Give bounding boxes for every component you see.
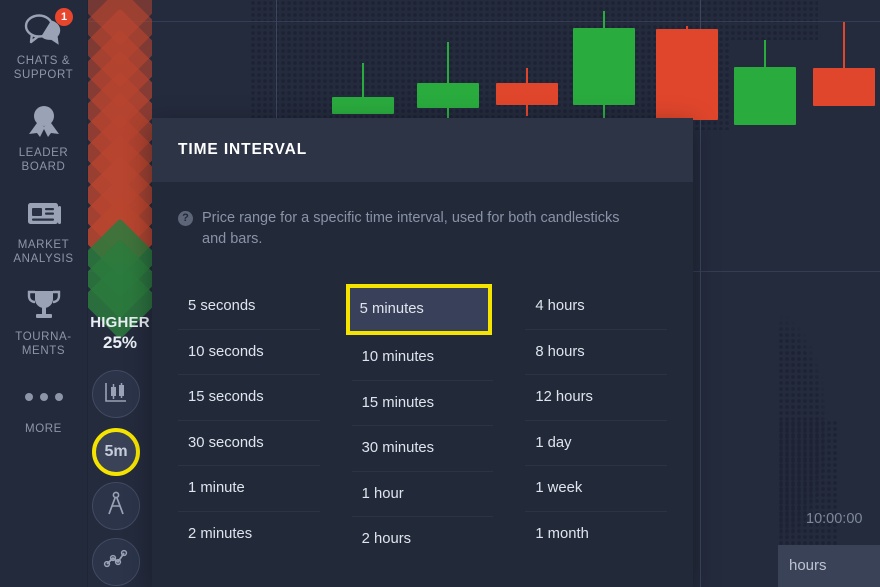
sidebar-item-label: LEADER BOARD — [0, 146, 87, 174]
candlestick-body — [496, 83, 558, 105]
direction-label: HIGHER — [90, 314, 150, 331]
sidebar-item-chats-support[interactable]: 1 CHATS & SUPPORT — [0, 0, 87, 82]
interval-option-1-week[interactable]: 1 week — [525, 466, 668, 512]
interval-button-label: 5m — [104, 443, 128, 460]
candlestick-body — [734, 67, 796, 125]
candlestick-body — [573, 28, 635, 105]
sidebar-item-tournaments[interactable]: TOURNA- MENTS — [0, 276, 87, 358]
market-analysis-icon — [0, 190, 87, 236]
tournaments-icon — [0, 282, 87, 328]
interval-option-4-hours[interactable]: 4 hours — [525, 284, 668, 330]
sidebar-item-label: MORE — [25, 423, 62, 435]
interval-option-5-seconds[interactable]: 5 seconds — [178, 284, 320, 330]
label-line-2: BOARD — [21, 161, 66, 173]
sidebar-item-leader-board[interactable]: LEADER BOARD — [0, 92, 87, 174]
interval-option-1-day[interactable]: 1 day — [525, 421, 668, 466]
sidebar-item-more[interactable]: MORE — [0, 368, 87, 436]
time-interval-panel: TIME INTERVAL ? Price range for a specif… — [152, 118, 693, 587]
label-line-1: LEADER — [18, 147, 69, 159]
interval-option-10-minutes[interactable]: 10 minutes — [351, 335, 494, 381]
interval-option-2-hours[interactable]: 2 hours — [352, 517, 494, 563]
panel-hint: ? Price range for a specific time interv… — [178, 200, 667, 250]
line-graph-icon — [103, 548, 129, 577]
indicators-button[interactable] — [92, 538, 140, 586]
candlestick-body — [813, 68, 875, 106]
label-line-1: MARKET — [17, 239, 70, 251]
sidebar-item-label: CHATS & SUPPORT — [0, 54, 87, 82]
candlestick-icon — [104, 380, 128, 409]
leader-board-icon — [0, 98, 87, 144]
interval-options-grid: 5 seconds 10 seconds 15 seconds 30 seconds 1… — [178, 284, 668, 563]
sidebar-item-market-analysis[interactable]: MARKET ANALYSIS — [0, 184, 87, 266]
payout-percent-label: 25% — [102, 333, 138, 352]
label-line-2: ANALYSIS — [13, 253, 74, 265]
interval-column: 5 minutes 10 minutes 15 minutes 30 minutes 1… — [345, 284, 494, 563]
panel-hint-text: Price range for a specific time interval… — [202, 210, 620, 247]
interval-option-30-minutes[interactable]: 30 minutes — [351, 426, 494, 472]
time-interval-button[interactable]: 5m — [92, 428, 140, 476]
candlestick-body — [332, 97, 394, 114]
candlestick — [734, 0, 796, 200]
bottom-dropdown-list[interactable]: hours — [778, 545, 880, 587]
chats-unread-badge: 1 — [55, 8, 73, 26]
interval-option-1-hour[interactable]: 1 hour — [351, 472, 494, 517]
interval-option-10-seconds[interactable]: 10 seconds — [178, 330, 320, 375]
sidebar-item-label: TOURNA- MENTS — [0, 330, 87, 358]
label-line-2: SUPPORT — [13, 69, 74, 81]
panel-header: TIME INTERVAL — [152, 118, 693, 182]
interval-column: 4 hours 8 hours 12 hours 1 day 1 week 1 month — [525, 284, 668, 563]
trade-direction-indicator: HIGHER 25% — [84, 314, 156, 353]
candlestick — [813, 0, 875, 200]
panel-title: TIME INTERVAL — [178, 141, 308, 158]
compass-icon — [104, 491, 128, 522]
candlestick-body — [417, 83, 479, 108]
candlestick-body — [656, 29, 718, 120]
interval-option-1-month[interactable]: 1 month — [525, 512, 667, 558]
sidebar-item-label: MARKET ANALYSIS — [0, 238, 87, 266]
label-line-2: MENTS — [21, 345, 66, 357]
question-mark-icon: ? — [178, 211, 193, 226]
interval-option-2-minutes[interactable]: 2 minutes — [178, 512, 320, 558]
interval-column: 5 seconds 10 seconds 15 seconds 30 seconds 1… — [178, 284, 320, 563]
interval-option-1-minute[interactable]: 1 minute — [178, 466, 320, 512]
chats-support-icon: 1 — [0, 6, 87, 52]
interval-option-15-minutes[interactable]: 15 minutes — [351, 381, 494, 426]
more-dots-icon — [0, 374, 87, 420]
drawing-tools-button[interactable] — [92, 482, 140, 530]
interval-option-8-hours[interactable]: 8 hours — [525, 330, 668, 375]
interval-option-5-minutes[interactable]: 5 minutes — [345, 284, 492, 335]
bottom-list-item-hours[interactable]: hours — [778, 545, 880, 587]
panel-body: ? Price range for a specific time interv… — [152, 182, 693, 587]
label-line-1: TOURNA- — [15, 331, 72, 343]
interval-option-15-seconds[interactable]: 15 seconds — [178, 375, 320, 421]
left-sidebar: 1 CHATS & SUPPORT LEADER BOARD MARKET AN… — [0, 0, 88, 587]
label-line-1: CHATS & — [16, 55, 71, 67]
interval-option-30-seconds[interactable]: 30 seconds — [178, 421, 320, 466]
interval-option-12-hours[interactable]: 12 hours — [525, 375, 668, 421]
chart-timestamp: 10:00:00 — [806, 511, 863, 527]
world-map-watermark — [778, 272, 880, 587]
chart-type-button[interactable] — [92, 370, 140, 418]
